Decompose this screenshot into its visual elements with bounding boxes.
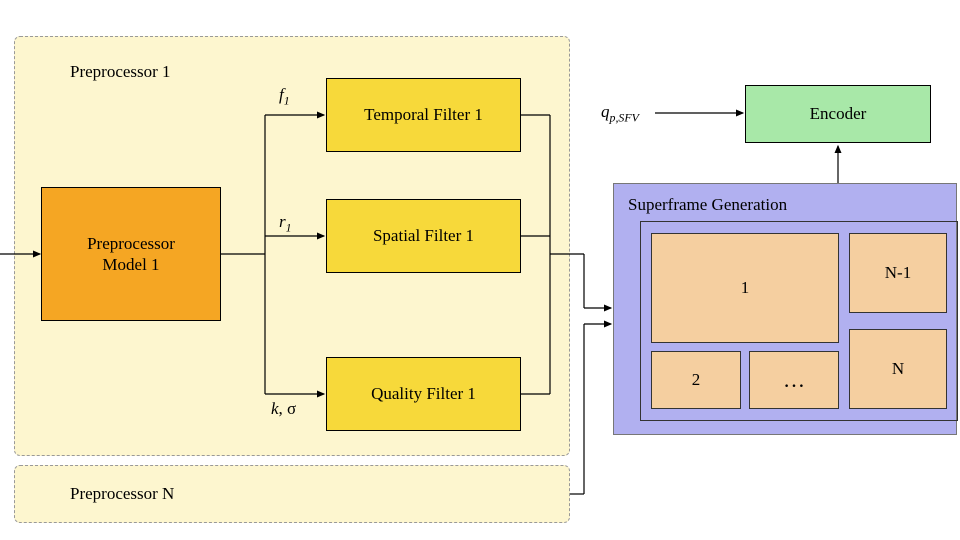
superframe-cell-n: N xyxy=(849,329,947,409)
f1-label: f1 xyxy=(279,85,290,108)
spatial-filter-box: Spatial Filter 1 xyxy=(326,199,521,273)
superframe-generation-title: Superframe Generation xyxy=(628,194,787,215)
r1-label: r1 xyxy=(279,212,292,235)
superframe-cell-dots: … xyxy=(749,351,839,409)
preprocessor-model-box: Preprocessor Model 1 xyxy=(41,187,221,321)
superframe-cell-1: 1 xyxy=(651,233,839,343)
qpsfv-label: qp,SFV xyxy=(601,102,639,125)
quality-filter-box: Quality Filter 1 xyxy=(326,357,521,431)
superframe-cell-n-minus-1: N-1 xyxy=(849,233,947,313)
preprocessor-n-title: Preprocessor N xyxy=(70,484,174,504)
preprocessor-1-title: Preprocessor 1 xyxy=(70,62,171,82)
encoder-box: Encoder xyxy=(745,85,931,143)
ksigma-label: k, σ xyxy=(271,399,296,419)
temporal-filter-box: Temporal Filter 1 xyxy=(326,78,521,152)
superframe-cell-2: 2 xyxy=(651,351,741,409)
